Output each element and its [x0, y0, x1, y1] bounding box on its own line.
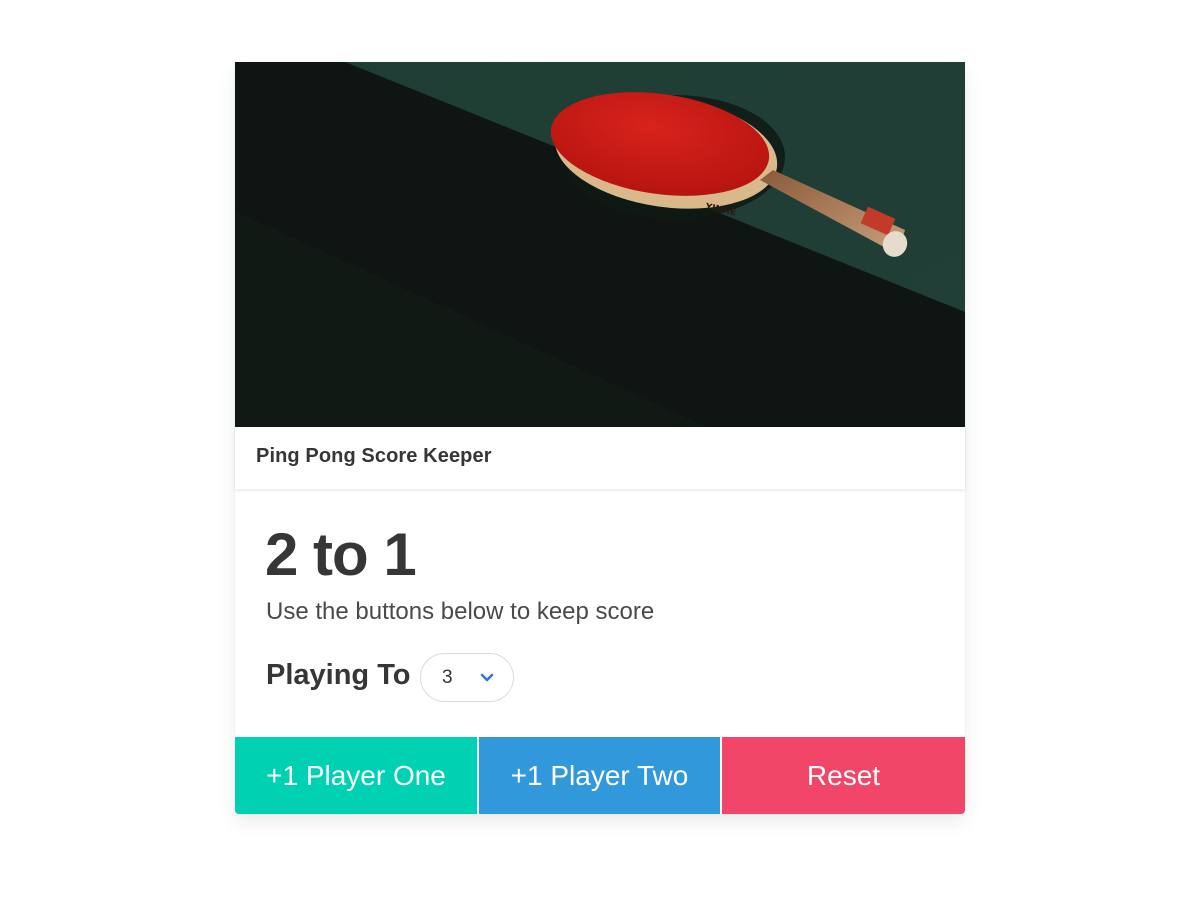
playing-to-selected-value: 3: [442, 667, 453, 688]
card-header-title: Ping Pong Score Keeper: [256, 445, 492, 467]
score-display: 2 to 1: [265, 521, 417, 588]
reset-button[interactable]: Reset: [722, 737, 965, 814]
player-one-plus-button[interactable]: +1 Player One: [235, 737, 477, 814]
playing-to-label: Playing To: [266, 659, 411, 691]
chevron-down-icon: [480, 673, 494, 682]
playing-to-select[interactable]: 3: [420, 653, 514, 702]
card-header: Ping Pong Score Keeper: [235, 427, 965, 489]
player-two-plus-button[interactable]: +1 Player Two: [479, 737, 720, 814]
score-subtitle: Use the buttons below to keep score: [266, 598, 655, 625]
score-keeper-card: YINHE Ping Pong Score Keeper 2 to 1 Use …: [235, 62, 965, 814]
ping-pong-paddle-image: YINHE: [235, 62, 965, 427]
